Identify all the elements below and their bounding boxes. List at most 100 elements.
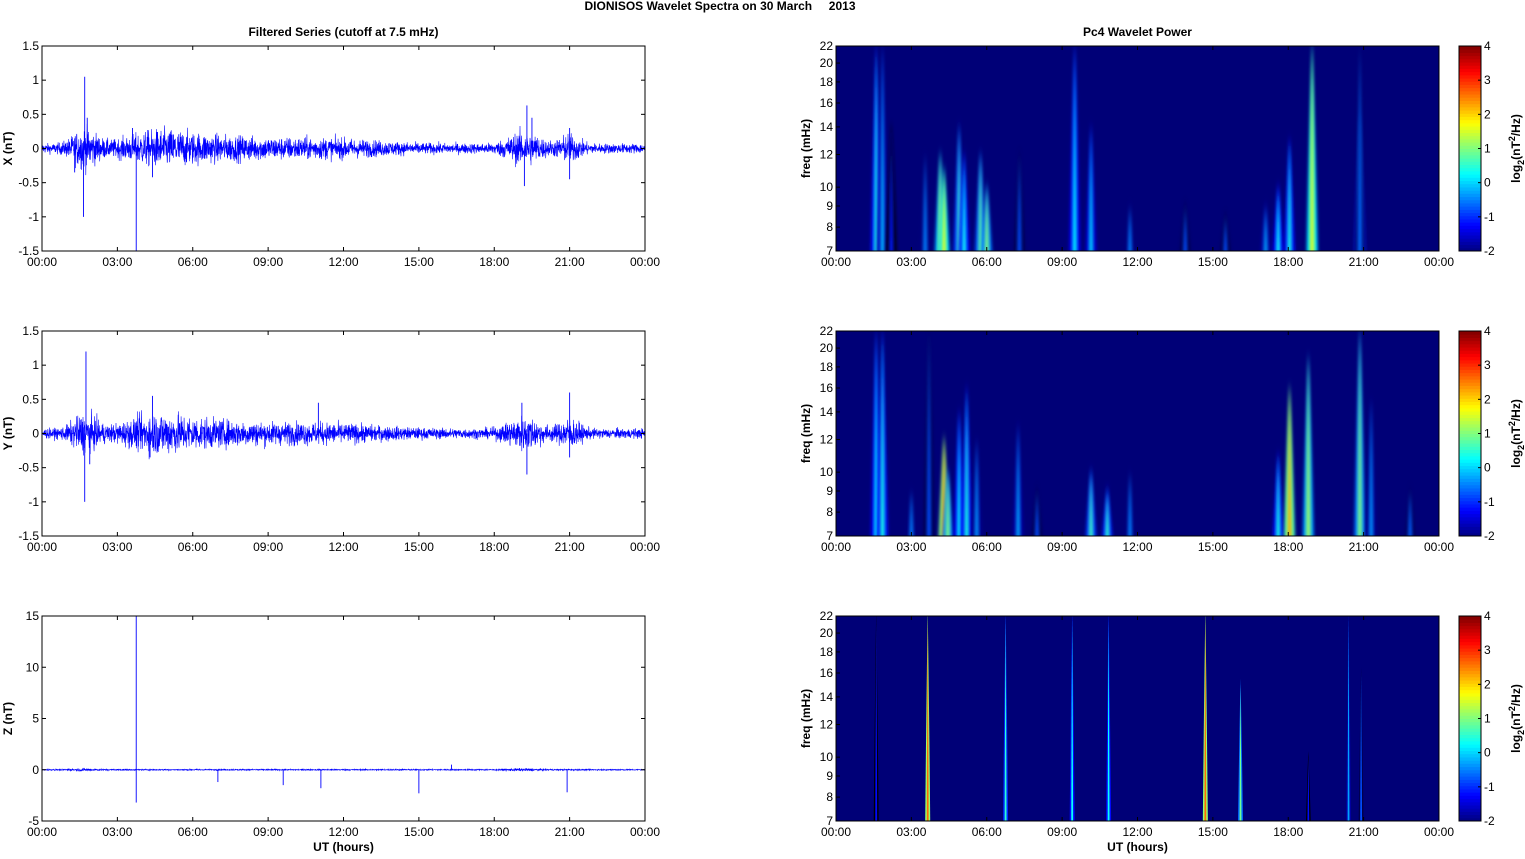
colorbar-cell [1459,462,1481,467]
x-tick-label: 15:00 [1198,540,1228,554]
x-tick-label: 18:00 [479,540,509,554]
colorbar-cell [1459,785,1481,790]
colorbar-cell [1459,654,1481,659]
x-tick-label: 00:00 [821,255,851,269]
y-tick-label: 1 [32,358,39,372]
colorbar-cell [1459,190,1481,194]
x-tick-label: 15:00 [1198,255,1228,269]
colorbar-cell [1459,718,1481,723]
colorbar-tick-label: 0 [1484,461,1491,475]
colorbar-cell [1459,126,1481,130]
y-tick-label: 0.5 [22,107,39,121]
colorbar-cell [1459,699,1481,703]
x-tick-label: 15:00 [404,255,434,269]
colorbar-cell [1459,359,1481,364]
x-tick-label: 09:00 [1047,540,1077,554]
colorbar-cell [1459,228,1481,233]
y-tick-label: 0 [32,763,39,777]
x-tick-label: 03:00 [102,825,132,839]
y-axis-label: freq (mHz) [799,404,813,463]
colorbar-cell [1459,632,1481,636]
colorbar-cell [1459,369,1481,374]
figure-title: DIONISOS Wavelet Spectra on 30 March 201… [585,0,856,13]
y-tick-label: 5 [32,712,39,726]
x-tick-label: 06:00 [178,255,208,269]
x-tick-label: 00:00 [1424,255,1454,269]
colorbar-cell [1459,414,1481,418]
x-tick-label: 00:00 [630,255,660,269]
colorbar-cell [1459,436,1481,441]
x-tick-label: 21:00 [1349,825,1379,839]
colorbar-cell [1459,417,1481,422]
colorbar-tick-label: 3 [1484,643,1491,657]
colorbar-cell [1459,772,1481,777]
colorbar-cell [1459,510,1481,515]
colorbar-cell [1459,439,1481,444]
colorbar-cell [1459,795,1481,800]
colorbar-tick-label: -2 [1484,244,1495,258]
colorbar-cell [1459,616,1481,620]
y-tick-label: 0 [32,142,39,156]
heatmap-panel-5: 78910121416182022freq (mHz) [799,609,1440,828]
colorbar-cell [1459,782,1481,787]
colorbar-cell [1459,500,1481,505]
y-tick-label: 22 [820,324,834,338]
colorbar-cell [1459,471,1481,476]
colorbar-cell [1459,174,1481,178]
figure: DIONISOS Wavelet Spectra on 30 March 201… [1,0,1525,854]
colorbar-cell [1459,110,1481,114]
colorbar-cell [1459,465,1481,470]
y-axis-label: Z (nT) [1,702,15,735]
colorbar-cell [1459,138,1481,143]
colorbar-cell [1459,670,1481,675]
colorbar-cell [1459,660,1481,665]
colorbar-cell [1459,388,1481,393]
colorbar-cell [1459,94,1481,98]
x-tick-label: 06:00 [178,825,208,839]
panel-title: Pc4 Wavelet Power [1083,25,1192,39]
colorbar-cell [1459,433,1481,438]
x-tick-label: 00:00 [27,540,57,554]
colorbar-cell [1459,619,1481,623]
colorbar-cell [1459,379,1481,383]
colorbar-cell [1459,523,1481,527]
colorbar-cell [1459,164,1481,169]
x-tick-label: 12:00 [328,825,358,839]
colorbar-cell [1459,78,1481,82]
colorbar-cell [1459,792,1481,796]
y-tick-label: 22 [820,39,834,53]
panels: -1.5-1-0.500.511.5X (nT)Filtered Series … [1,25,1525,854]
colorbar: 4 3 2 1 0 -1 -2 log2(nT2/Hz) [1458,39,1525,258]
x-tick-label: 18:00 [1273,255,1303,269]
colorbar-cell [1459,686,1481,691]
colorbar-cell [1459,737,1481,742]
colorbar-cell [1459,507,1481,511]
plot-area [42,616,645,821]
colorbar-cell [1459,58,1481,63]
colorbar-cell [1459,404,1481,409]
colorbar-cell [1459,209,1481,214]
colorbar-cell [1459,721,1481,726]
colorbar-tick-label: 0 [1484,746,1491,760]
colorbar-cell [1459,334,1481,338]
colorbar-cell [1459,478,1481,483]
colorbar-tick-label: 0 [1484,176,1491,190]
colorbar-cell [1459,459,1481,463]
colorbar-cell [1459,372,1481,377]
colorbar-label-part: /Hz) [1509,399,1523,421]
x-tick-label: 03:00 [896,255,926,269]
colorbar-cell [1459,177,1481,182]
colorbar-cell [1459,196,1481,201]
colorbar-cell [1459,129,1481,133]
colorbar-cell [1459,452,1481,457]
colorbar-cell [1459,142,1481,146]
x-tick-label: 09:00 [253,255,283,269]
colorbar-cell [1459,420,1481,425]
colorbar-tick-label: -1 [1484,210,1495,224]
y-tick-label: 10 [26,660,40,674]
colorbar-cell [1459,202,1481,207]
colorbar-label: log2(nT2/Hz) [1507,114,1525,183]
colorbar-cell [1459,529,1481,534]
colorbar-cell [1459,788,1481,793]
colorbar-tick-label: 3 [1484,73,1491,87]
